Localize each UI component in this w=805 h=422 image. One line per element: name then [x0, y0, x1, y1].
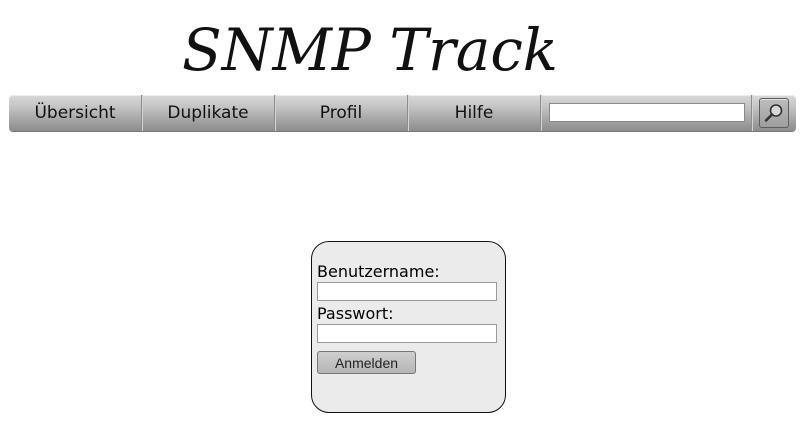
username-label: Benutzername:: [317, 262, 440, 281]
logo-text: SNMP Track: [182, 16, 558, 84]
password-label: Passwort:: [317, 304, 394, 323]
username-field[interactable]: [317, 282, 497, 301]
nav-item-duplikate[interactable]: Duplikate: [142, 95, 275, 131]
password-field[interactable]: [317, 324, 497, 343]
nav-item-uebersicht[interactable]: Übersicht: [9, 95, 142, 131]
main-navigation: Übersicht Duplikate Profil Hilfe: [9, 95, 796, 131]
site-logo[interactable]: SNMP Track: [178, 10, 578, 84]
nav-item-profil[interactable]: Profil: [275, 95, 408, 131]
search-divider: [751, 95, 752, 131]
search-input[interactable]: [549, 103, 745, 122]
search-button[interactable]: [759, 98, 789, 128]
page: SNMP Track Übersicht Duplikate Profil Hi…: [0, 0, 805, 422]
nav-search-area: [541, 95, 796, 131]
login-form: Benutzername: Passwort: Anmelden: [311, 241, 506, 413]
magnifier-icon: [764, 104, 783, 122]
nav-item-hilfe[interactable]: Hilfe: [408, 95, 541, 131]
login-button[interactable]: Anmelden: [317, 351, 416, 374]
logo-graphic: SNMP Track: [182, 16, 558, 84]
